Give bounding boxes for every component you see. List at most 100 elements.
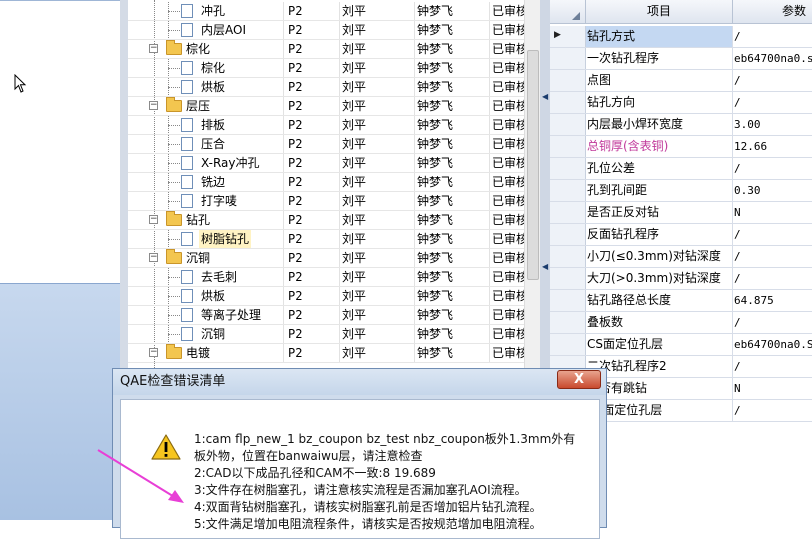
tree-row[interactable]: 烘板 P2 刘平 钟梦飞 已审核 (128, 287, 540, 306)
collapse-toggle-icon[interactable]: − (149, 101, 158, 110)
property-row[interactable]: 钻孔方向 / (550, 92, 812, 114)
property-row[interactable]: 钻孔路径总长度 64.875 (550, 290, 812, 312)
column-header-value[interactable]: 参数 (733, 0, 812, 24)
tree-row[interactable]: X-Ray冲孔 P2 刘平 钟梦飞 已审核 (128, 154, 540, 173)
tree-node-label[interactable]: 等离子处理 (199, 306, 263, 324)
tree-node-label[interactable]: 树脂钻孔 (199, 230, 252, 248)
row-header[interactable] (550, 268, 586, 289)
property-value[interactable]: eb64700na0.sz (733, 48, 812, 69)
tree-node-label[interactable]: 压合 (199, 135, 227, 153)
property-value[interactable]: 64.875 (733, 290, 812, 311)
tree-node-label[interactable]: 打字唛 (199, 192, 239, 210)
property-value[interactable]: / (733, 356, 812, 377)
property-value[interactable]: / (733, 400, 812, 421)
row-header[interactable] (550, 26, 586, 47)
property-value[interactable]: N (733, 378, 812, 399)
tree-scroll-thumb[interactable] (527, 50, 539, 280)
tree-node-label[interactable]: 内层AOI (199, 21, 248, 39)
collapse-toggle-icon[interactable]: − (149, 253, 158, 262)
row-header[interactable] (550, 48, 586, 69)
row-header[interactable] (550, 114, 586, 135)
tree-name-cell[interactable]: 冲孔 (128, 2, 284, 20)
tree-name-cell[interactable]: X-Ray冲孔 (128, 154, 284, 172)
tree-row[interactable]: 排板 P2 刘平 钟梦飞 已审核 (128, 116, 540, 135)
row-header[interactable] (550, 136, 586, 157)
tree-row[interactable]: 烘板 P2 刘平 钟梦飞 已审核 (128, 78, 540, 97)
row-header[interactable] (550, 158, 586, 179)
row-header[interactable] (550, 334, 586, 355)
tree-node-label[interactable]: 棕化 (199, 59, 227, 77)
property-value[interactable]: 3.00 (733, 114, 812, 135)
property-row[interactable]: 总铜厚(含表铜) 12.66 (550, 136, 812, 158)
tree-node-label[interactable]: 钻孔 (184, 211, 212, 229)
row-header[interactable] (550, 290, 586, 311)
tree-group-row[interactable]: − 层压 P2 刘平 钟梦飞 已审核 (128, 97, 540, 116)
tree-name-cell[interactable]: 沉铜 (128, 325, 284, 343)
row-header[interactable] (550, 92, 586, 113)
tree-name-cell[interactable]: − 钻孔 (128, 211, 284, 229)
tree-group-row[interactable]: − 电镀 P2 刘平 钟梦飞 已审核 (128, 344, 540, 363)
property-value[interactable]: / (733, 158, 812, 179)
property-value[interactable]: / (733, 268, 812, 289)
tree-name-cell[interactable]: − 沉铜 (128, 249, 284, 267)
row-header[interactable] (550, 70, 586, 91)
tree-node-label[interactable]: X-Ray冲孔 (199, 154, 261, 172)
property-row[interactable]: 反面钻孔程序 / (550, 224, 812, 246)
tree-name-cell[interactable]: 压合 (128, 135, 284, 153)
property-value[interactable]: / (733, 70, 812, 91)
tree-group-row[interactable]: − 沉铜 P2 刘平 钟梦飞 已审核 (128, 249, 540, 268)
property-row[interactable]: 点图 / (550, 70, 812, 92)
property-value[interactable]: 12.66 (733, 136, 812, 157)
property-row[interactable]: 一次钻孔程序 eb64700na0.sz (550, 48, 812, 70)
property-value[interactable]: / (733, 224, 812, 245)
property-value[interactable]: / (733, 312, 812, 333)
property-row[interactable]: 是否正反对钻 N (550, 202, 812, 224)
splitter-arrow-left-icon[interactable]: ◀ (542, 262, 548, 271)
row-header[interactable] (550, 202, 586, 223)
property-row[interactable]: 叠板数 / (550, 312, 812, 334)
tree-node-label[interactable]: 烘板 (199, 78, 227, 96)
row-header[interactable] (550, 312, 586, 333)
tree-row[interactable]: 内层AOI P2 刘平 钟梦飞 已审核 (128, 21, 540, 40)
tree-node-label[interactable]: 沉铜 (184, 249, 212, 267)
tree-group-row[interactable]: − 钻孔 P2 刘平 钟梦飞 已审核 (128, 211, 540, 230)
tree-row[interactable]: 沉铜 P2 刘平 钟梦飞 已审核 (128, 325, 540, 344)
tree-name-cell[interactable]: 烘板 (128, 78, 284, 96)
column-header-item[interactable]: 项目 (586, 0, 733, 24)
tree-name-cell[interactable]: 内层AOI (128, 21, 284, 39)
header-corner[interactable] (550, 0, 586, 24)
tree-node-label[interactable]: 铣边 (199, 173, 227, 191)
tree-name-cell[interactable]: 烘板 (128, 287, 284, 305)
row-header[interactable] (550, 246, 586, 267)
property-row[interactable]: 内层最小焊环宽度 3.00 (550, 114, 812, 136)
tree-name-cell[interactable]: 排板 (128, 116, 284, 134)
tree-row[interactable]: 压合 P2 刘平 钟梦飞 已审核 (128, 135, 540, 154)
collapse-toggle-icon[interactable]: − (149, 44, 158, 53)
tree-row[interactable]: 打字唛 P2 刘平 钟梦飞 已审核 (128, 192, 540, 211)
property-row[interactable]: 孔到孔间距 0.30 (550, 180, 812, 202)
property-row[interactable]: CS面定位孔层 eb64700na0.SZ (550, 334, 812, 356)
property-value[interactable]: / (733, 246, 812, 267)
splitter-arrow-left-icon[interactable]: ◀ (542, 92, 548, 101)
property-value[interactable]: 0.30 (733, 180, 812, 201)
tree-name-cell[interactable]: 去毛刺 (128, 268, 284, 286)
property-value[interactable]: / (733, 92, 812, 113)
tree-scrollbar[interactable] (524, 0, 540, 370)
property-value[interactable]: N (733, 202, 812, 223)
collapse-toggle-icon[interactable]: − (149, 215, 158, 224)
tree-node-label[interactable]: 电镀 (184, 344, 212, 362)
property-row[interactable]: 钻孔方式/ (550, 26, 812, 48)
row-header[interactable] (550, 224, 586, 245)
property-value[interactable]: eb64700na0.SZ (733, 334, 812, 355)
tree-name-cell[interactable]: 树脂钻孔 (128, 230, 284, 248)
tree-node-label[interactable]: 冲孔 (199, 2, 227, 20)
tree-node-label[interactable]: 去毛刺 (199, 268, 239, 286)
row-header[interactable] (550, 180, 586, 201)
collapse-toggle-icon[interactable]: − (149, 348, 158, 357)
tree-name-cell[interactable]: 棕化 (128, 59, 284, 77)
property-row[interactable]: 小刀(≤0.3mm)对钻深度 / (550, 246, 812, 268)
property-row[interactable]: 大刀(>0.3mm)对钻深度 / (550, 268, 812, 290)
tree-node-label[interactable]: 排板 (199, 116, 227, 134)
tree-row[interactable]: 冲孔 P2 刘平 钟梦飞 已审核 (128, 2, 540, 21)
tree-row[interactable]: 树脂钻孔 P2 刘平 钟梦飞 已审核 (128, 230, 540, 249)
